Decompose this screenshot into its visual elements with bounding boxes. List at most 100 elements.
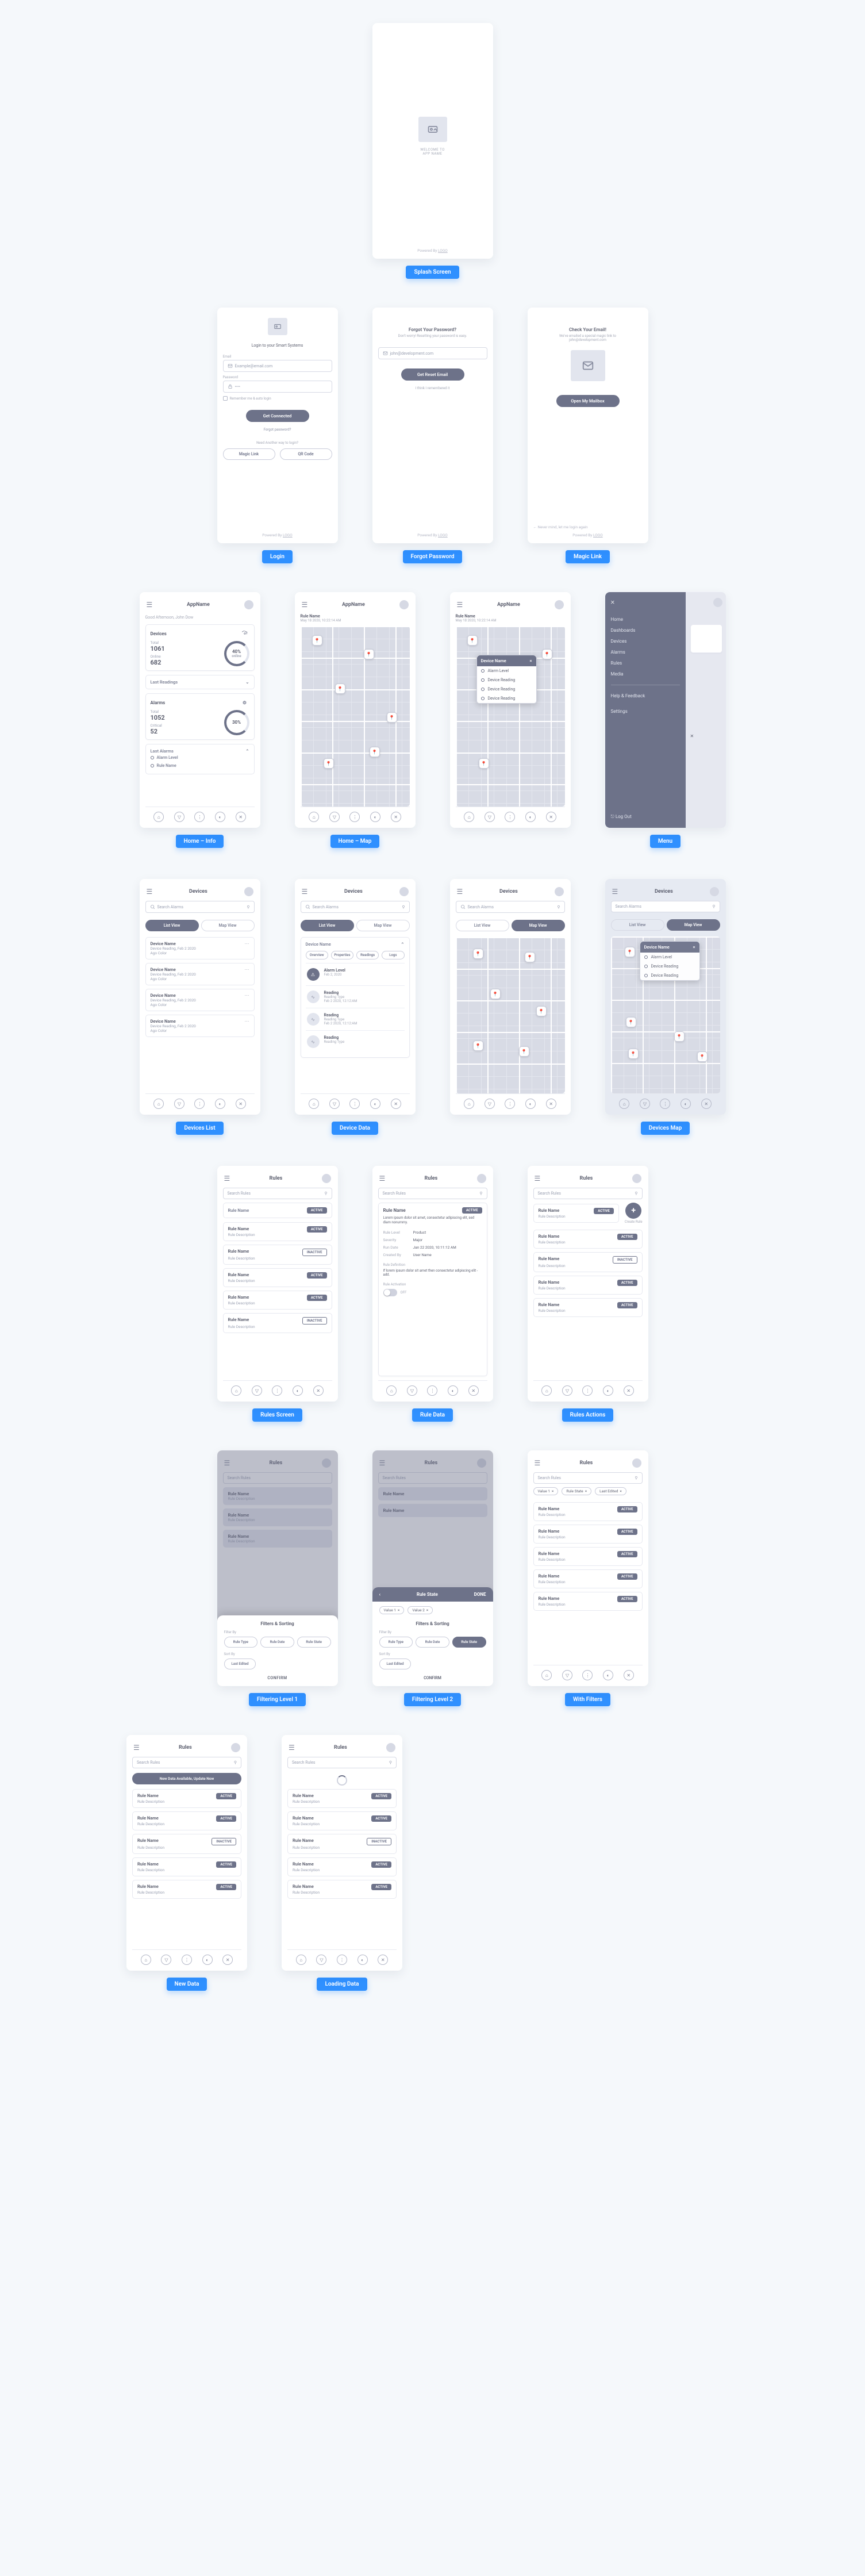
- search-input[interactable]: Search Alarms ⚲: [145, 901, 255, 913]
- open-mailbox-button[interactable]: Open My Mailbox: [556, 395, 620, 407]
- confirm-button[interactable]: CONFIRM: [424, 1676, 441, 1680]
- nav-home-icon[interactable]: ⌂: [309, 812, 319, 822]
- tab-properties[interactable]: Properties: [331, 951, 353, 959]
- sort-opt[interactable]: Last Edited: [224, 1659, 256, 1669]
- filter-opt-type[interactable]: Rule Type: [224, 1637, 258, 1648]
- nav-home-icon[interactable]: ⌂: [464, 812, 474, 822]
- search-input[interactable]: Search Alarms⚲: [611, 901, 720, 912]
- activation-toggle[interactable]: [383, 1289, 397, 1296]
- nav-filter-icon[interactable]: ▽: [174, 812, 184, 822]
- menu-icon[interactable]: ☰: [147, 888, 153, 896]
- connect-button[interactable]: Get Connected: [246, 410, 309, 422]
- last-readings-toggle[interactable]: Last Readings⌄: [145, 675, 255, 689]
- map-pin-icon[interactable]: 📍: [335, 684, 345, 694]
- password-input[interactable]: ••••: [223, 381, 332, 393]
- last-alarms-toggle[interactable]: Last Alarms⌃ Alarm Level Rule Name: [145, 744, 255, 774]
- search-input[interactable]: Search Rules⚲: [223, 1188, 332, 1199]
- nav-filter-icon[interactable]: ▽: [329, 812, 340, 822]
- menu-item-devices[interactable]: Devices: [611, 636, 680, 646]
- magic-back-link[interactable]: Never mind, let me login again: [538, 525, 588, 529]
- avatar[interactable]: [399, 887, 409, 896]
- filter-chip[interactable]: Value 1 ×: [533, 1487, 559, 1495]
- menu-item-help[interactable]: Help & Feedback: [611, 691, 680, 701]
- rule-row[interactable]: Rule NameACTIVE Rule Description: [223, 1268, 332, 1287]
- filter-opt-date[interactable]: Rule Date: [260, 1637, 294, 1648]
- rule-row[interactable]: Rule NameACTIVE Rule Description: [223, 1222, 332, 1241]
- nav-wifi-icon[interactable]: ⋮: [194, 812, 205, 822]
- map-pin-icon[interactable]: 📍: [542, 649, 552, 659]
- filter-chip[interactable]: Rule State ×: [562, 1487, 591, 1495]
- search-input[interactable]: Search Rules⚲: [533, 1472, 643, 1484]
- filter-chip[interactable]: Value 2 ×: [407, 1606, 433, 1614]
- seg-map[interactable]: Map View: [201, 920, 255, 931]
- add-rule-button[interactable]: +: [625, 1203, 641, 1219]
- forgot-email-input[interactable]: john@development.com: [378, 347, 487, 359]
- menu-item-alarms[interactable]: Alarms: [611, 647, 680, 657]
- gear-icon[interactable]: ⚙: [240, 698, 249, 707]
- search-input[interactable]: Search Rules⚲: [533, 1188, 643, 1199]
- filter-chip[interactable]: Last Edited ×: [595, 1487, 626, 1495]
- remember-checkbox[interactable]: Remember me & auto login: [223, 396, 332, 401]
- rule-row[interactable]: Rule NameACTIVE Rule Description: [223, 1291, 332, 1310]
- forgot-link[interactable]: Forgot password?: [223, 428, 332, 432]
- gear-icon[interactable]: [240, 629, 249, 638]
- avatar[interactable]: [244, 887, 253, 896]
- menu-icon[interactable]: ☰: [302, 888, 308, 896]
- email-input[interactable]: Example@email.com: [223, 360, 332, 372]
- nav-tools-icon[interactable]: ✕: [236, 812, 246, 822]
- nav-moon-icon[interactable]: ◐: [370, 812, 380, 822]
- close-icon[interactable]: ×: [693, 945, 695, 950]
- menu-icon[interactable]: ☰: [612, 888, 618, 896]
- magic-link-button[interactable]: Magic Link: [223, 448, 275, 460]
- menu-item-logout[interactable]: ⎋ Log Out: [611, 812, 680, 822]
- filter-icon[interactable]: ⚲: [247, 905, 249, 909]
- new-data-button[interactable]: New Data Available, Update Now: [132, 1773, 241, 1784]
- forgot-back-link[interactable]: I think I remembered it: [378, 386, 487, 390]
- menu-item-home[interactable]: Home: [611, 615, 680, 624]
- map-pin-icon[interactable]: 📍: [312, 635, 322, 646]
- search-input[interactable]: Search Alarms⚲: [456, 901, 565, 913]
- device-row[interactable]: Device Name⋯ Device Reading, Feb 2 2020A…: [145, 937, 255, 959]
- search-input[interactable]: Search Alarms⚲: [301, 901, 410, 913]
- menu-icon[interactable]: ☰: [147, 601, 153, 609]
- tab-overview[interactable]: Overview: [306, 951, 328, 959]
- map-pin-icon[interactable]: 📍: [387, 712, 397, 723]
- avatar[interactable]: [244, 600, 253, 609]
- map-view[interactable]: 📍 📍 📍 Device Name× Alarm Level Device Re…: [456, 626, 565, 807]
- filter-chip[interactable]: Value 1 ×: [379, 1606, 405, 1614]
- map-pin-icon[interactable]: 📍: [479, 758, 489, 769]
- tab-logs[interactable]: Logs: [382, 951, 404, 959]
- confirm-button[interactable]: CONFIRM: [267, 1676, 287, 1680]
- map-pin-icon[interactable]: 📍: [370, 747, 380, 757]
- menu-icon[interactable]: ☰: [457, 601, 463, 609]
- menu-icon[interactable]: ☰: [457, 888, 463, 896]
- rule-row[interactable]: Rule NameINACTIVE Rule Description: [533, 1252, 643, 1272]
- menu-icon[interactable]: ☰: [302, 601, 308, 609]
- map-pin-icon[interactable]: 📍: [324, 758, 334, 769]
- device-row[interactable]: Device Name⋯ Device Reading, Feb 2 2020A…: [145, 989, 255, 1011]
- map-view[interactable]: 📍 📍 📍 📍 📍 📍: [456, 937, 565, 1093]
- close-icon[interactable]: ×: [611, 598, 680, 606]
- seg-list[interactable]: List View: [145, 920, 199, 931]
- tab-readings[interactable]: Readings: [356, 951, 379, 959]
- menu-item-settings[interactable]: Settings: [611, 707, 680, 716]
- nav-tools-icon[interactable]: ✕: [391, 812, 401, 822]
- rule-row[interactable]: Rule NameINACTIVE Rule Description: [223, 1313, 332, 1333]
- rule-row[interactable]: Rule Name ACTIVE: [223, 1203, 332, 1218]
- map-view[interactable]: 📍 📍 📍 📍 📍 📍: [301, 626, 410, 807]
- rule-row[interactable]: Rule NameACTIVE Rule Description: [533, 1276, 643, 1295]
- nav-moon-icon[interactable]: ◐: [215, 812, 225, 822]
- reset-email-button[interactable]: Get Reset Email: [401, 368, 464, 381]
- qr-code-button[interactable]: QR Code: [280, 448, 332, 460]
- device-row[interactable]: Device Name⋯ Device Reading, Feb 2 2020A…: [145, 963, 255, 985]
- search-input[interactable]: Search Rules⚲: [378, 1188, 487, 1199]
- map-pin-icon[interactable]: 📍: [364, 649, 374, 659]
- map-view[interactable]: 📍 📍 📍 📍 📍 Device Name× Alarm Level Devic…: [611, 936, 720, 1093]
- menu-item-media[interactable]: Media: [611, 669, 680, 679]
- avatar[interactable]: [399, 600, 409, 609]
- done-button[interactable]: DONE: [474, 1592, 486, 1597]
- close-icon[interactable]: ×: [530, 658, 532, 663]
- rule-row[interactable]: Rule NameINACTIVE Rule Description: [223, 1245, 332, 1265]
- map-pin-icon[interactable]: 📍: [467, 635, 478, 646]
- avatar[interactable]: [555, 600, 564, 609]
